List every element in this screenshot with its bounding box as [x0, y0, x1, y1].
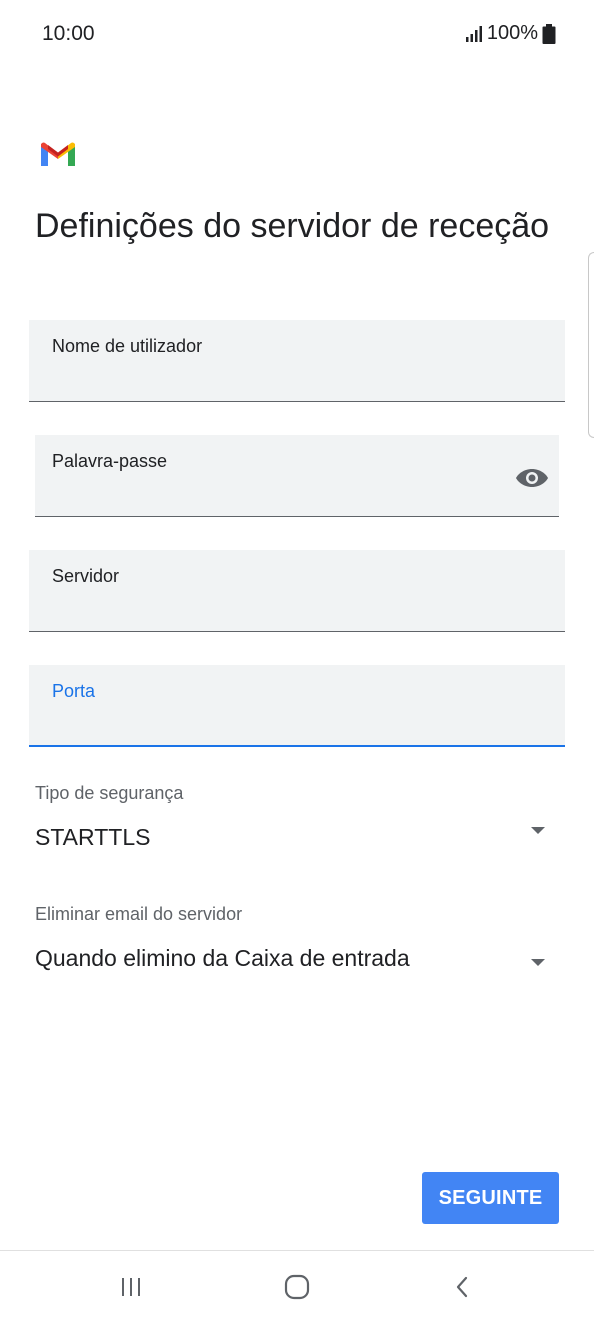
- signal-icon: [465, 25, 482, 42]
- port-field[interactable]: Porta: [29, 665, 565, 747]
- password-label: Palavra-passe: [52, 451, 168, 471]
- delete-email-value: Quando elimino da Caixa de entrada: [35, 945, 410, 971]
- server-input[interactable]: [52, 589, 542, 621]
- username-field[interactable]: Nome de utilizador: [29, 320, 565, 402]
- password-field[interactable]: Palavra-passe: [35, 435, 559, 517]
- page-title: Definições do servidor de receção: [35, 207, 550, 245]
- back-icon: [456, 1276, 468, 1298]
- delete-email-dropdown[interactable]: Eliminar email do servidor Quando elimin…: [35, 904, 555, 972]
- status-indicators: 100%: [465, 22, 556, 45]
- show-password-icon[interactable]: [515, 465, 549, 491]
- security-type-value: STARTTLS: [35, 824, 151, 850]
- server-field[interactable]: Servidor: [29, 550, 565, 632]
- recents-button[interactable]: [113, 1269, 149, 1305]
- status-bar: 10:00 100%: [0, 0, 594, 70]
- password-input[interactable]: [52, 474, 499, 506]
- security-dropdown-arrow-icon: [531, 827, 545, 834]
- screen: 10:00 100% Definições do servidor de rec…: [0, 0, 594, 1320]
- server-label: Servidor: [52, 566, 120, 586]
- security-type-dropdown[interactable]: Tipo de segurança STARTTLS: [35, 783, 555, 851]
- recents-icon: [122, 1278, 140, 1296]
- security-type-label: Tipo de segurança: [35, 783, 184, 803]
- port-input[interactable]: [52, 703, 542, 735]
- navigation-bar: [0, 1250, 594, 1320]
- home-button[interactable]: [279, 1269, 315, 1305]
- back-button[interactable]: [445, 1269, 481, 1305]
- username-input[interactable]: [52, 359, 542, 391]
- battery-percent: 100%: [486, 22, 538, 44]
- battery-icon: [542, 23, 556, 44]
- gmail-logo-icon: [41, 142, 75, 166]
- status-time: 10:00: [42, 22, 95, 45]
- home-icon: [284, 1274, 310, 1300]
- delete-email-dropdown-arrow-icon: [531, 959, 545, 966]
- port-label: Porta: [52, 681, 96, 701]
- username-label: Nome de utilizador: [52, 336, 203, 356]
- delete-email-label: Eliminar email do servidor: [35, 904, 243, 924]
- next-button[interactable]: SEGUINTE: [422, 1172, 559, 1224]
- scroll-indicator[interactable]: [588, 252, 594, 438]
